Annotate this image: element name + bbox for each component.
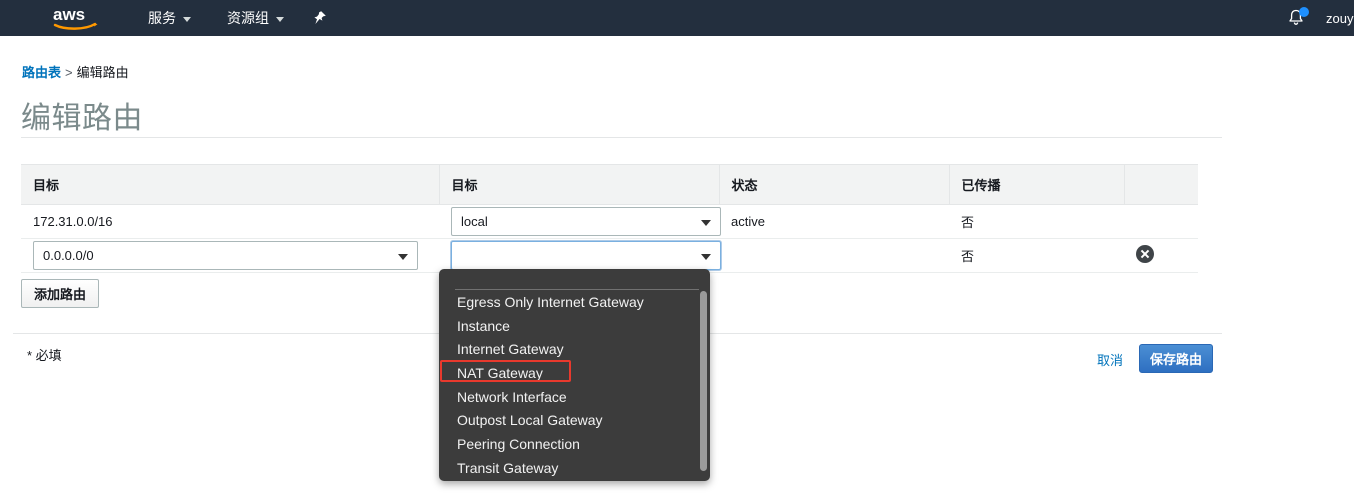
chevron-down-icon bbox=[276, 16, 284, 22]
column-header-destination: 目标 bbox=[21, 164, 440, 205]
required-field-note: * 必填 bbox=[27, 348, 62, 363]
dropdown-item[interactable]: Internet Gateway bbox=[439, 338, 710, 362]
top-navigation-bar: aws 服务 资源组 zouy bbox=[0, 0, 1354, 36]
chevron-down-icon bbox=[183, 16, 191, 22]
routes-table-container: 目标 目标 状态 已传播 172.31.0.0/16 local active … bbox=[21, 164, 1198, 273]
nav-resource-groups-label: 资源组 bbox=[227, 10, 269, 26]
target-select-row1[interactable]: local bbox=[451, 207, 721, 236]
chevron-down-icon bbox=[701, 253, 711, 260]
column-header-status: 状态 bbox=[719, 164, 950, 205]
breadcrumb-link-route-tables[interactable]: 路由表 bbox=[22, 65, 61, 80]
dropdown-top-separator bbox=[455, 289, 699, 290]
page-title: 编辑路由 bbox=[21, 102, 143, 135]
dropdown-item[interactable]: Outpost Local Gateway bbox=[439, 409, 710, 433]
chevron-down-icon bbox=[398, 253, 408, 260]
title-divider bbox=[21, 137, 1222, 138]
table-row: 0.0.0.0/0 否 bbox=[21, 238, 1198, 273]
cell-destination: 172.31.0.0/16 bbox=[21, 204, 439, 239]
target-select-row1-value: local bbox=[461, 214, 488, 229]
dropdown-item[interactable]: Instance bbox=[439, 315, 710, 339]
cell-target bbox=[439, 238, 721, 273]
column-header-actions bbox=[1124, 164, 1198, 205]
close-circle-icon[interactable] bbox=[1136, 245, 1154, 263]
cell-status bbox=[719, 238, 949, 273]
cell-propagated: 否 bbox=[949, 238, 1124, 273]
table-row: 172.31.0.0/16 local active 否 bbox=[21, 204, 1198, 239]
routes-table: 目标 目标 状态 已传播 172.31.0.0/16 local active … bbox=[21, 164, 1198, 273]
notification-badge-dot bbox=[1299, 7, 1309, 17]
breadcrumb-separator: > bbox=[65, 65, 73, 80]
nav-services[interactable]: 服务 bbox=[143, 0, 196, 36]
breadcrumb: 路由表 > 编辑路由 bbox=[22, 62, 129, 81]
cell-target: local bbox=[439, 204, 721, 239]
cell-destination: 0.0.0.0/0 bbox=[21, 238, 439, 273]
column-header-propagated: 已传播 bbox=[949, 164, 1125, 205]
nav-services-label: 服务 bbox=[148, 10, 176, 26]
column-header-target: 目标 bbox=[439, 164, 720, 205]
pin-icon[interactable] bbox=[310, 9, 328, 27]
dropdown-scrollbar[interactable] bbox=[700, 291, 707, 471]
cell-status: active bbox=[719, 204, 949, 239]
cell-actions bbox=[1124, 238, 1198, 273]
nav-resource-groups[interactable]: 资源组 bbox=[222, 0, 289, 36]
target-dropdown-menu[interactable]: Egress Only Internet Gateway Instance Inte… bbox=[439, 269, 710, 481]
notifications-bell[interactable] bbox=[1286, 7, 1312, 30]
breadcrumb-current: 编辑路由 bbox=[76, 65, 129, 80]
save-routes-button[interactable]: 保存路由 bbox=[1139, 344, 1213, 373]
chevron-down-icon bbox=[701, 219, 711, 226]
destination-select-row2-value: 0.0.0.0/0 bbox=[43, 248, 94, 263]
cell-actions bbox=[1124, 204, 1198, 239]
target-select-row2[interactable] bbox=[451, 241, 721, 270]
destination-select-row2[interactable]: 0.0.0.0/0 bbox=[33, 241, 418, 270]
cancel-button[interactable]: 取消 bbox=[1097, 350, 1123, 369]
dropdown-item[interactable]: NAT Gateway bbox=[439, 362, 710, 386]
dropdown-item[interactable]: Peering Connection bbox=[439, 433, 710, 457]
aws-logo[interactable]: aws bbox=[53, 4, 99, 32]
add-route-button[interactable]: 添加路由 bbox=[21, 279, 100, 308]
dropdown-item[interactable]: Transit Gateway bbox=[439, 457, 710, 481]
cell-propagated: 否 bbox=[949, 204, 1124, 239]
table-header-row: 目标 目标 状态 已传播 bbox=[21, 164, 1198, 205]
dropdown-item[interactable]: Network Interface bbox=[439, 386, 710, 410]
user-menu[interactable]: zouy bbox=[1326, 11, 1353, 26]
dropdown-item[interactable]: Egress Only Internet Gateway bbox=[439, 291, 710, 315]
svg-text:aws: aws bbox=[53, 5, 85, 24]
dropdown-option-list: Egress Only Internet Gateway Instance Inte… bbox=[439, 291, 710, 481]
